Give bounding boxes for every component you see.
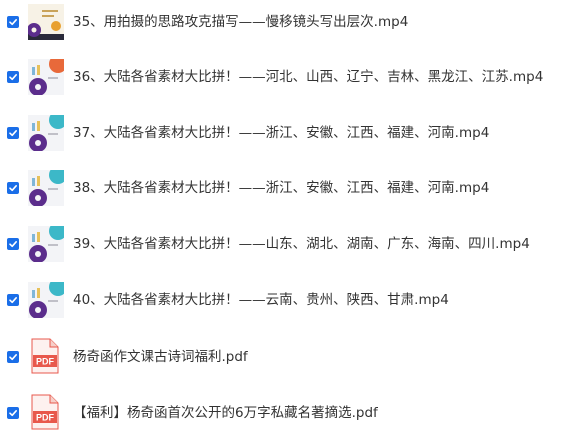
checkbox-checked[interactable] (7, 238, 19, 250)
pdf-icon-label: PDF (36, 413, 55, 423)
checkbox-checked[interactable] (7, 182, 19, 194)
file-row[interactable]: 38、大陆各省素材大比拼！——浙江、安徽、江西、福建、河南.mp4 (0, 168, 586, 208)
file-name[interactable]: 40、大陆各省素材大比拼！——云南、贵州、陕西、甘肃.mp4 (73, 290, 449, 310)
file-row[interactable]: PDF 【福利】杨奇函首次公开的6万字私藏名著摘选.pdf (0, 393, 586, 433)
file-row[interactable]: 37、大陆各省素材大比拼！——浙江、安徽、江西、福建、河南.mp4 (0, 113, 586, 153)
checkbox-checked[interactable] (7, 16, 19, 28)
checkbox-checked[interactable] (7, 127, 19, 139)
file-name[interactable]: 杨奇函作文课古诗词福利.pdf (73, 347, 248, 367)
checkbox-checked[interactable] (7, 294, 19, 306)
video-thumbnail-icon (28, 170, 64, 206)
file-name[interactable]: 37、大陆各省素材大比拼！——浙江、安徽、江西、福建、河南.mp4 (73, 123, 489, 143)
file-row[interactable]: 40、大陆各省素材大比拼！——云南、贵州、陕西、甘肃.mp4 (0, 280, 586, 320)
video-thumbnail-icon (28, 115, 64, 151)
pdf-icon: PDF (31, 338, 59, 374)
video-thumbnail-icon (28, 4, 64, 40)
file-name[interactable]: 39、大陆各省素材大比拼！——山东、湖北、湖南、广东、海南、四川.mp4 (73, 234, 530, 254)
file-name[interactable]: 【福利】杨奇函首次公开的6万字私藏名著摘选.pdf (73, 403, 378, 423)
file-row[interactable]: 35、用拍摄的思路攻克描写——慢移镜头写出层次.mp4 (0, 2, 586, 42)
video-thumbnail-icon (28, 59, 64, 95)
checkbox-checked[interactable] (7, 351, 19, 363)
file-row[interactable]: 36、大陆各省素材大比拼！——河北、山西、辽宁、吉林、黑龙江、江苏.mp4 (0, 57, 586, 97)
file-list: 35、用拍摄的思路攻克描写——慢移镜头写出层次.mp4 36、大陆各省素材大比拼… (0, 0, 586, 431)
file-name[interactable]: 36、大陆各省素材大比拼！——河北、山西、辽宁、吉林、黑龙江、江苏.mp4 (73, 67, 543, 87)
pdf-icon: PDF (31, 394, 59, 430)
video-thumbnail-icon (28, 226, 64, 262)
video-thumbnail-icon (28, 282, 64, 318)
checkbox-checked[interactable] (7, 407, 19, 419)
file-row[interactable]: PDF 杨奇函作文课古诗词福利.pdf (0, 337, 586, 377)
file-row[interactable]: 39、大陆各省素材大比拼！——山东、湖北、湖南、广东、海南、四川.mp4 (0, 224, 586, 264)
file-name[interactable]: 38、大陆各省素材大比拼！——浙江、安徽、江西、福建、河南.mp4 (73, 178, 489, 198)
file-name[interactable]: 35、用拍摄的思路攻克描写——慢移镜头写出层次.mp4 (73, 12, 408, 32)
checkbox-checked[interactable] (7, 71, 19, 83)
pdf-icon-label: PDF (36, 357, 55, 367)
